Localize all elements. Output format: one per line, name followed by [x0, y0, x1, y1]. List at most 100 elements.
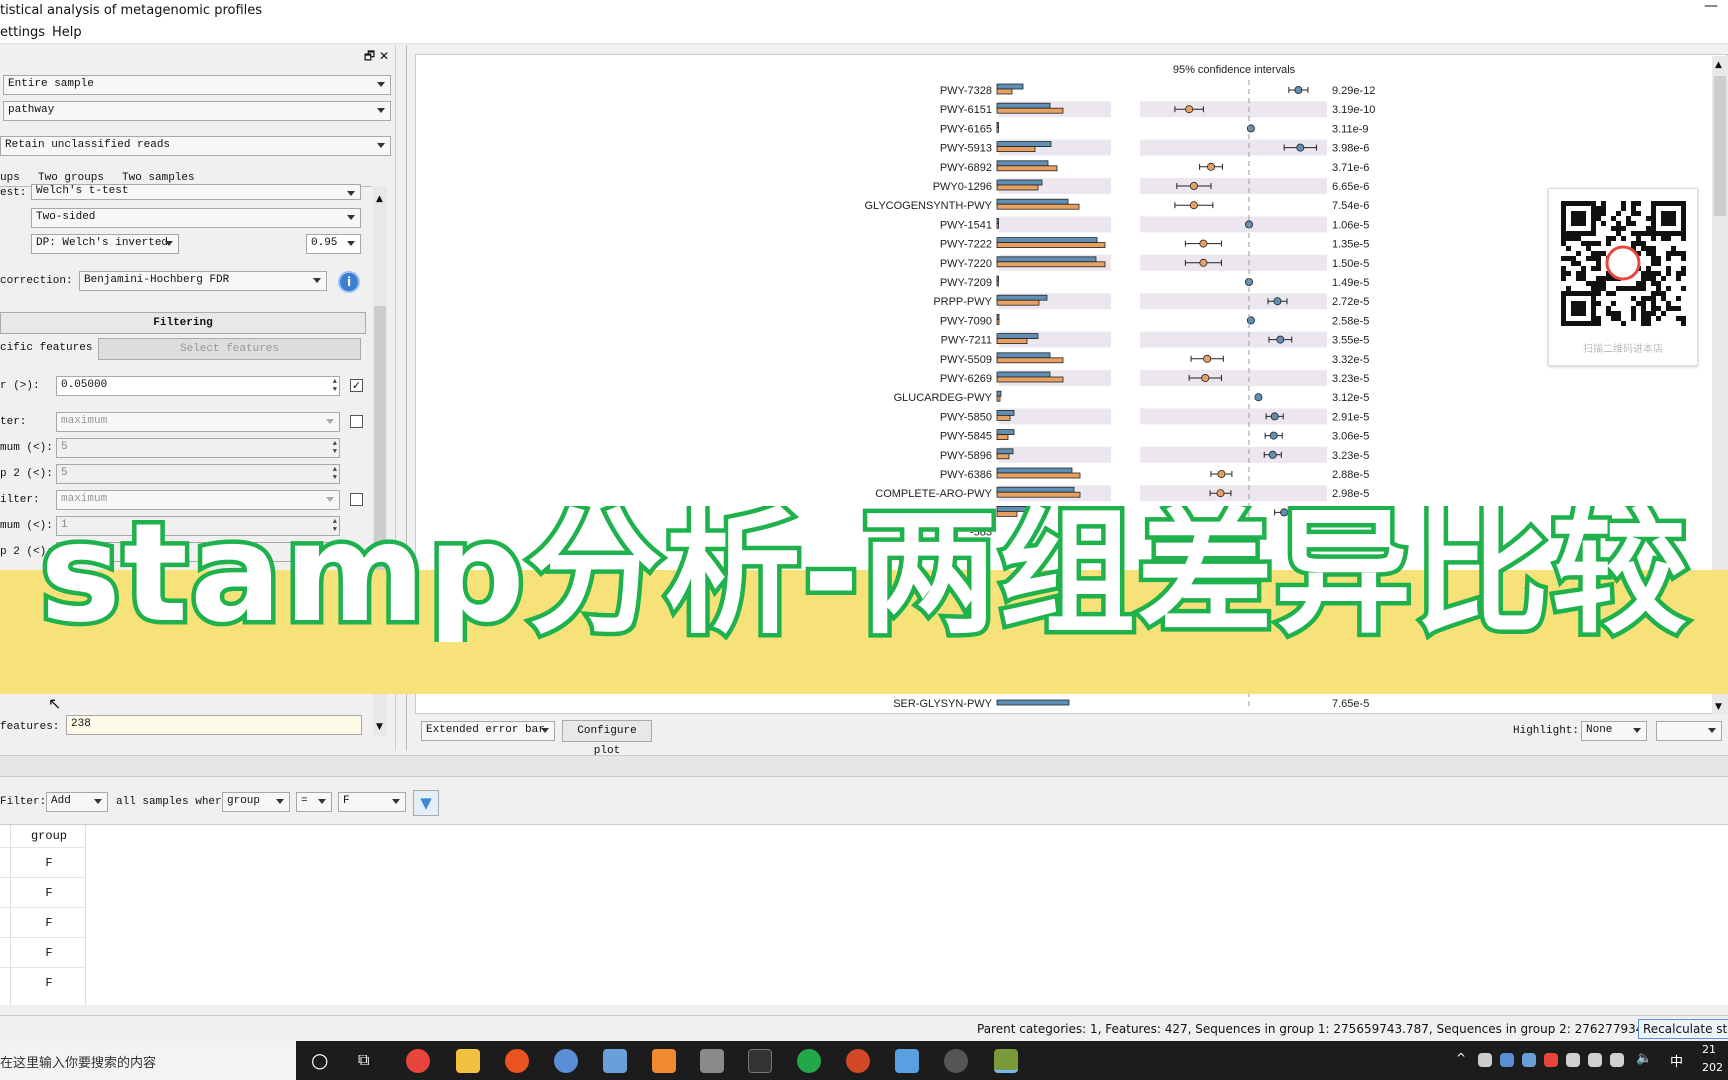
correction-combo[interactable]: Benjamini-Hochberg FDR: [79, 271, 327, 291]
app-icon[interactable]: [652, 1049, 676, 1073]
ci-level-combo[interactable]: 0.95: [306, 234, 361, 254]
table-row[interactable]: F: [0, 847, 86, 877]
terminal-icon[interactable]: [748, 1049, 772, 1073]
table-row[interactable]: F: [0, 967, 86, 997]
qr-module: [1581, 276, 1586, 281]
stamp-icon[interactable]: [994, 1049, 1018, 1073]
info-icon[interactable]: i: [338, 271, 360, 293]
select-features-button[interactable]: Select features: [98, 338, 361, 360]
qr-module: [1581, 306, 1586, 311]
column-header-group[interactable]: group: [12, 829, 86, 843]
highlight-value-combo[interactable]: [1656, 721, 1722, 741]
cortana-icon[interactable]: ○: [311, 1048, 328, 1072]
mean-diff-point: [1246, 316, 1255, 325]
row-band-ci: [1140, 370, 1327, 386]
test-label: est:: [0, 187, 27, 199]
tray-arrow-icon[interactable]: ^: [1456, 1051, 1466, 1065]
volume-icon[interactable]: 🔈: [1636, 1051, 1652, 1066]
qr-module: [1561, 201, 1566, 206]
qr-module: [1566, 246, 1571, 251]
minimize-button[interactable]: —: [1704, 0, 1718, 14]
r-icon[interactable]: [554, 1049, 578, 1073]
qr-module: [1636, 236, 1641, 241]
taskbar-search[interactable]: 在这里输入你要搜索的内容: [0, 1041, 296, 1080]
bar-group1: [996, 237, 1098, 244]
qr-module: [1596, 321, 1601, 326]
p-value: 3.32e-5: [1332, 354, 1369, 366]
wechat-icon[interactable]: [797, 1049, 821, 1073]
tray-red-icon[interactable]: [1544, 1053, 1558, 1067]
profile-level-combo[interactable]: Entire sample: [3, 75, 391, 95]
qr-module: [1651, 306, 1656, 311]
filter1-combo[interactable]: maximum: [56, 412, 340, 432]
window-app-icon[interactable]: [895, 1049, 919, 1073]
unclassified-combo[interactable]: Retain unclassified reads: [0, 136, 391, 156]
statistical-test-combo[interactable]: Welch's t-test: [31, 184, 361, 200]
tab-groups[interactable]: ups: [0, 172, 20, 184]
configure-plot-button[interactable]: Configure plot: [562, 720, 652, 757]
grp2-label: p 2 (<):: [0, 468, 53, 480]
sided-combo[interactable]: Two-sided: [31, 208, 361, 228]
mic-icon[interactable]: [1478, 1053, 1492, 1067]
clock-date[interactable]: 202: [1702, 1061, 1723, 1074]
pvalue-checkbox[interactable]: ✓: [350, 379, 363, 392]
tab-two-samples[interactable]: Two samples: [122, 172, 195, 184]
qr-module: [1586, 321, 1591, 326]
menu-settings[interactable]: ettings: [0, 25, 45, 40]
tray-app-icon[interactable]: [1500, 1053, 1514, 1067]
fish-icon[interactable]: [603, 1049, 627, 1073]
table-row[interactable]: F: [0, 937, 86, 967]
menu-help[interactable]: Help: [52, 25, 82, 40]
qr-module: [1646, 251, 1651, 256]
qr-module: [1671, 221, 1676, 226]
ubuntu-icon[interactable]: [505, 1049, 529, 1073]
table-row[interactable]: F: [0, 877, 86, 907]
splitter[interactable]: [0, 755, 1728, 777]
recorder-icon[interactable]: [944, 1049, 968, 1073]
qr-module: [1591, 226, 1596, 231]
min1-input[interactable]: 5 ▲ ▼: [56, 438, 340, 458]
filter-operator-combo[interactable]: =: [296, 792, 332, 812]
highlight-combo[interactable]: None: [1581, 721, 1647, 741]
qr-module: [1571, 236, 1576, 241]
ci-method-combo[interactable]: DP: Welch's inverted: [31, 234, 179, 254]
qr-module: [1661, 201, 1666, 206]
clock-time[interactable]: 21: [1702, 1043, 1716, 1056]
bar-group2: [996, 414, 1011, 421]
plot-type-combo[interactable]: Extended error bar: [421, 721, 555, 741]
recalculate-button[interactable]: Recalculate sta: [1638, 1019, 1728, 1039]
task-view-icon[interactable]: ⧉: [358, 1050, 369, 1070]
hierarchy-level-combo[interactable]: pathway: [3, 101, 391, 121]
table-row[interactable]: F: [0, 907, 86, 937]
filter1-checkbox[interactable]: [350, 415, 363, 428]
tray-fish-icon[interactable]: [1522, 1053, 1536, 1067]
grp2-input[interactable]: 5 ▲ ▼: [56, 464, 340, 484]
tray-icon[interactable]: [1566, 1053, 1580, 1067]
qr-module: [1566, 236, 1571, 241]
powerpoint-icon[interactable]: [846, 1049, 870, 1073]
filter-value-combo[interactable]: F: [338, 792, 406, 812]
filter2-checkbox[interactable]: [350, 493, 363, 506]
file-explorer-icon[interactable]: [456, 1049, 480, 1073]
chrome-icon[interactable]: [406, 1049, 430, 1073]
git-icon[interactable]: [700, 1049, 724, 1073]
filter-funnel-icon[interactable]: ▼: [413, 790, 439, 816]
highlight-label: Highlight:: [1513, 725, 1580, 737]
filter-action-combo[interactable]: Add: [46, 792, 108, 812]
float-icon[interactable]: 🗗: [364, 49, 375, 63]
network-icon[interactable]: [1610, 1053, 1624, 1067]
filter-field-combo[interactable]: group: [222, 792, 290, 812]
qr-module: [1631, 316, 1636, 321]
qr-module: [1581, 221, 1586, 226]
qr-module: [1576, 221, 1581, 226]
close-icon[interactable]: ✕: [379, 49, 389, 63]
qr-module: [1621, 206, 1626, 211]
pvalue-input[interactable]: 0.05000 ▲ ▼: [56, 376, 340, 396]
tray-icon-2[interactable]: [1588, 1053, 1602, 1067]
qr-module: [1671, 231, 1676, 236]
qr-module: [1666, 236, 1671, 241]
feature-label: PWY-7220: [940, 258, 992, 270]
plot-scroll-thumb[interactable]: [1714, 76, 1726, 216]
ime-indicator[interactable]: 中: [1670, 1051, 1683, 1070]
tab-two-groups[interactable]: Two groups: [38, 172, 104, 184]
